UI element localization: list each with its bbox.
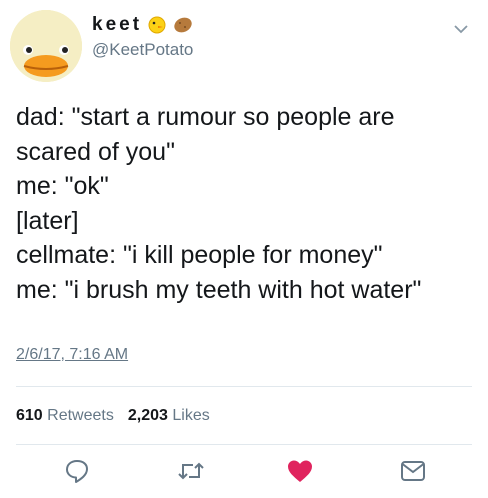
potato-icon (174, 17, 192, 33)
retweets-label: Retweets (47, 407, 114, 424)
message-button[interactable] (398, 456, 428, 486)
tweet-line: me: "i brush my teeth with hot water" (16, 275, 422, 304)
retweets-count: 610 (16, 407, 43, 424)
divider (16, 444, 472, 445)
reply-icon (66, 460, 88, 483)
avatar[interactable] (10, 10, 82, 82)
retweet-button[interactable] (176, 456, 206, 486)
message-icon (401, 461, 425, 481)
divider (16, 386, 472, 387)
retweets-stat[interactable]: 610 Retweets (16, 407, 114, 425)
more-options-button[interactable] (453, 22, 469, 40)
chevron-down-icon (454, 25, 468, 34)
tweet-line: scared of you" (16, 137, 175, 166)
display-name[interactable]: keet (92, 14, 142, 36)
likes-label: Likes (172, 407, 210, 424)
like-button[interactable] (285, 456, 315, 486)
tweet-line: [later] (16, 206, 79, 235)
tweet-line: dad: "start a rumour so people are (16, 103, 395, 131)
retweet-icon (178, 462, 204, 480)
like-icon (288, 460, 312, 482)
chick-icon (148, 16, 166, 34)
author-name-row[interactable]: keet (92, 14, 194, 36)
tweet-stats: 610 Retweets 2,203 Likes (16, 407, 210, 425)
timestamp[interactable]: 2/6/17, 7:16 AM (16, 346, 128, 364)
tweet-line: me: "ok" (16, 172, 109, 200)
duck-icon (10, 10, 82, 82)
reply-button[interactable] (62, 456, 92, 486)
likes-stat[interactable]: 2,203 Likes (128, 407, 210, 425)
tweet-line: cellmate: "i kill people for money" (16, 241, 383, 269)
likes-count: 2,203 (127, 407, 168, 424)
tweet-text: dad: "start a rumour so people are scare… (16, 100, 478, 307)
handle[interactable]: @KeetPotato (92, 40, 193, 60)
